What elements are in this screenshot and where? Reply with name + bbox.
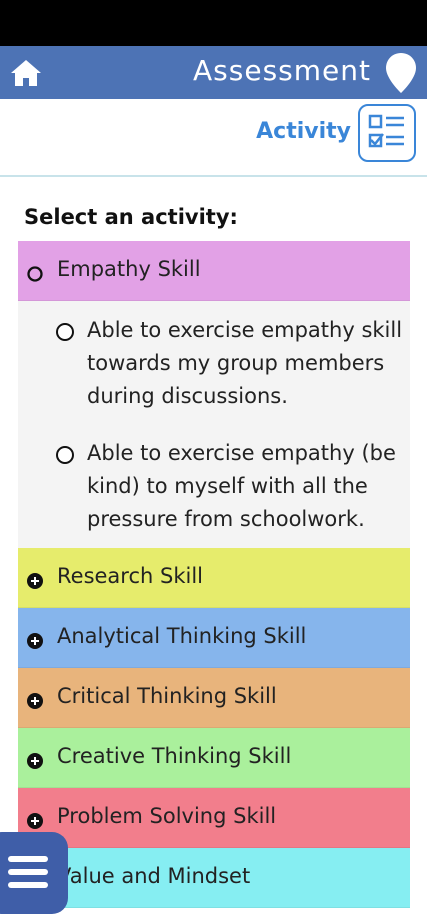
expand-plus-icon — [27, 750, 43, 769]
menu-icon — [8, 856, 48, 888]
category-label: Problem Solving Skill — [57, 804, 277, 828]
category-label: Analytical Thinking Skill — [57, 624, 307, 648]
category-empathy-skill[interactable]: Empathy Skill — [18, 241, 410, 301]
radio-empty-icon[interactable] — [56, 446, 74, 464]
location-pin-icon[interactable] — [385, 52, 417, 94]
activity-list: Empathy Skill Able to exercise empathy s… — [18, 241, 410, 908]
radio-empty-icon[interactable] — [56, 323, 74, 341]
category-label: Creative Thinking Skill — [57, 744, 292, 768]
category-label: Research Skill — [57, 564, 203, 588]
status-bar — [0, 0, 427, 46]
category-analytical-thinking-skill[interactable]: Analytical Thinking Skill — [18, 608, 410, 668]
activity-label[interactable]: Activity — [256, 119, 351, 144]
activity-option-text: Able to exercise empathy skill towards m… — [87, 318, 403, 408]
category-value-and-mindset[interactable]: Value and Mindset — [18, 848, 410, 908]
select-activity-prompt: Select an activity: — [24, 205, 238, 229]
category-empathy-items: Able to exercise empathy skill towards m… — [18, 301, 410, 548]
home-icon[interactable] — [10, 58, 42, 88]
expand-plus-icon — [27, 690, 43, 709]
category-label: Critical Thinking Skill — [57, 684, 277, 708]
app-header: Assessment — [0, 46, 427, 99]
category-research-skill[interactable]: Research Skill — [18, 548, 410, 608]
activity-option[interactable]: Able to exercise empathy skill towards m… — [18, 314, 410, 413]
activity-option-text: Able to exercise empathy (be kind) to my… — [87, 441, 396, 531]
category-problem-solving-skill[interactable]: Problem Solving Skill — [18, 788, 410, 848]
checklist-icon[interactable] — [358, 104, 416, 162]
expand-plus-icon — [27, 570, 43, 589]
page-title: Assessment — [193, 54, 371, 87]
expand-plus-icon — [27, 630, 43, 649]
category-label: Empathy Skill — [57, 257, 201, 281]
expand-plus-icon — [27, 810, 43, 829]
menu-fab-button[interactable] — [0, 832, 68, 914]
radio-empty-icon — [27, 263, 43, 282]
category-label: Value and Mindset — [57, 864, 251, 888]
category-critical-thinking-skill[interactable]: Critical Thinking Skill — [18, 668, 410, 728]
activity-bar: Activity — [0, 99, 427, 177]
category-creative-thinking-skill[interactable]: Creative Thinking Skill — [18, 728, 410, 788]
activity-option[interactable]: Able to exercise empathy (be kind) to my… — [18, 437, 410, 536]
